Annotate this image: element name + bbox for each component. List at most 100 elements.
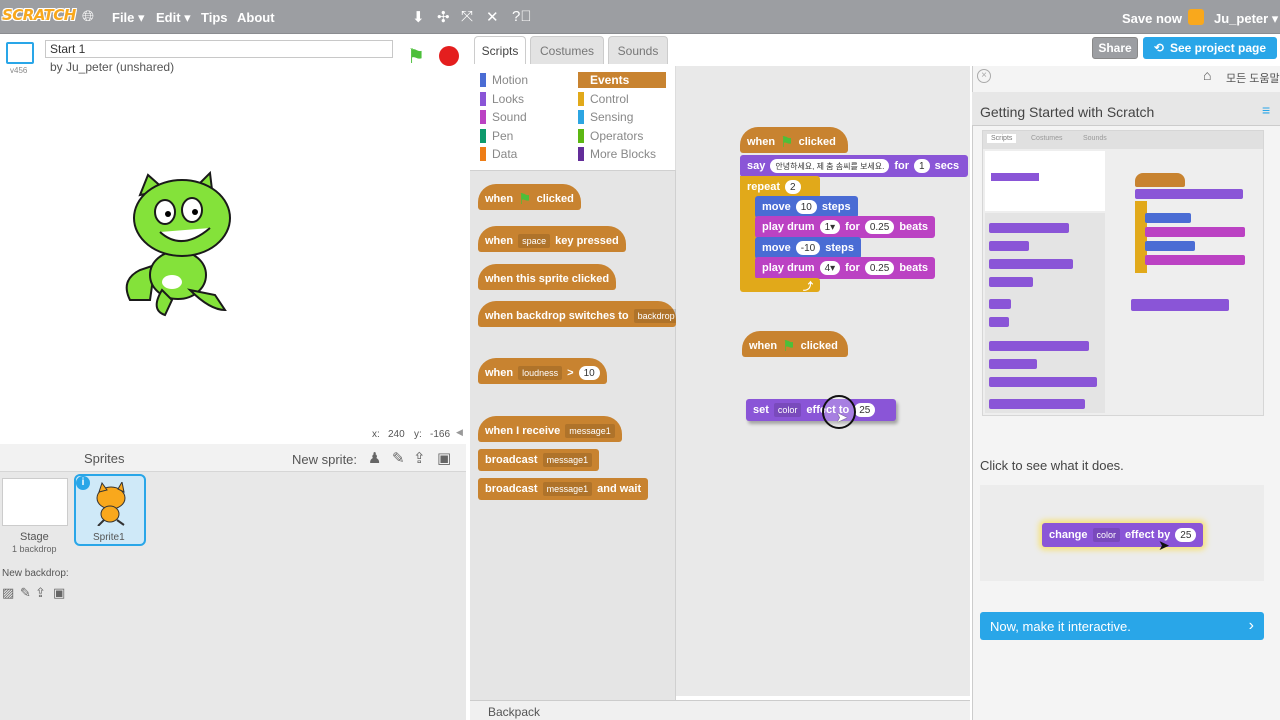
broadcast-and-wait-block[interactable]: broadcast message1 and wait [478,478,649,500]
menu-tips[interactable]: Tips [201,10,228,25]
close-icon[interactable]: × [977,69,991,83]
tips-title: Getting Started with Scratch [980,104,1155,120]
chevron-right-icon: › [1248,617,1254,634]
upload-backdrop-icon[interactable]: ⇪ [35,585,46,601]
menu-file[interactable]: File ▾ [112,10,145,26]
project-byline: by Ju_peter (unshared) [50,60,175,74]
green-flag-icon: ⚑ [780,134,794,151]
new-sprite-label: New sprite: [292,452,358,467]
x-coord-label: x: [372,429,380,440]
delete-icon[interactable]: ✣ [437,8,450,26]
menu-about[interactable]: About [237,10,275,25]
share-button[interactable]: Share [1092,37,1138,59]
when-backdrop-switches-block[interactable]: when backdrop switches to backdrop [478,301,679,327]
script-play-drum-1-block[interactable]: play drum 1▾ for 0.25 beats [755,216,936,238]
home-icon[interactable]: ⌂ [1203,67,1211,83]
category-events[interactable]: Events [578,72,666,88]
upload-sprite-icon[interactable]: ⇪ [413,449,426,467]
menu-bar: SCRATCH 🌐︎ File ▾ Edit ▾ Tips About ⬇ ✣ … [0,0,1280,34]
script-move-neg10-block[interactable]: move -10 steps [755,237,861,259]
tab-sounds[interactable]: Sounds [608,36,668,64]
x-coord-value: 240 [388,429,405,440]
script-play-drum-4-block[interactable]: play drum 4▾ for 0.25 beats [755,257,936,279]
all-help-link[interactable]: 모든 도움말 [1226,70,1280,86]
when-sprite-clicked-block[interactable]: when this sprite clicked [478,264,617,290]
sprite1-label: Sprite1 [93,532,125,543]
category-control[interactable]: Control [578,91,629,107]
camera-backdrop-icon[interactable]: ▣ [53,585,65,601]
stage-label: Stage [20,531,49,543]
click-to-see-label: Click to see what it does. [980,458,1124,473]
category-motion[interactable]: Motion [480,72,528,88]
y-coord-label: y: [414,429,422,440]
duplicate-icon[interactable]: ⬇ [412,8,425,26]
cat-sprite[interactable] [110,170,255,320]
sprite-library-icon[interactable]: ♟ [368,449,381,467]
grow-icon[interactable]: ⤧ [461,8,473,25]
sprite1-thumbnail[interactable]: i Sprite1 [74,474,146,546]
scratch-logo[interactable]: SCRATCH [2,6,76,24]
thumb-tab-costumes: Costumes [1031,135,1063,142]
user-menu[interactable]: Ju_peter ▾ [1214,11,1278,27]
category-sensing[interactable]: Sensing [578,109,633,125]
tab-costumes[interactable]: Costumes [530,36,604,64]
tab-scripts[interactable]: Scripts [474,36,526,64]
thumb-tab-sounds: Sounds [1083,135,1107,142]
when-loudness-block[interactable]: when loudness >10 [478,358,607,384]
broadcast-block[interactable]: broadcast message1 [478,449,600,471]
when-key-pressed-block[interactable]: when space key pressed [478,226,626,252]
green-flag-icon: ⚑ [518,191,532,208]
category-looks[interactable]: Looks [480,91,524,107]
paint-sprite-icon[interactable]: ✎ [392,449,405,467]
shrink-icon[interactable]: ✕ [486,8,499,26]
when-i-receive-block[interactable]: when I receive message1 [478,416,622,442]
when-flag-clicked-block[interactable]: when ⚑ clicked [478,184,581,210]
green-flag-icon: ⚑ [782,338,796,355]
script-repeat-block[interactable]: repeat 2 [740,176,820,198]
sprites-header: Sprites New sprite: ♟ ✎ ⇪ ▣ [0,444,466,472]
fullscreen-icon[interactable] [6,42,34,64]
demo-change-effect-block[interactable]: change color effect by 25 [1042,523,1204,547]
stage-backdrop-count: 1 backdrop [12,544,57,554]
script-when-flag-clicked[interactable]: when ⚑ clicked [740,127,848,153]
category-more-blocks[interactable]: More Blocks [578,146,656,162]
new-backdrop-label: New backdrop: [2,568,69,579]
category-data[interactable]: Data [480,146,517,162]
script-when-flag-clicked-2[interactable]: when ⚑ clicked [742,331,848,357]
category-sound[interactable]: Sound [480,109,527,125]
sync-icon: ⟲ [1153,41,1164,55]
paint-backdrop-icon[interactable]: ✎ [20,585,31,601]
backpack[interactable]: Backpack [470,700,970,720]
sprites-pane [0,444,466,720]
tips-illustration: Scripts Costumes Sounds [982,130,1264,416]
mouse-pointer-icon: ➤ [836,409,848,425]
help-icon[interactable]: ?⃝ [512,8,532,25]
save-now-link[interactable]: Save now [1122,11,1182,26]
y-coord-value: -166 [430,429,451,440]
script-move-10-block[interactable]: move 10 steps [755,196,858,218]
mouse-pointer-icon: ➤ [1158,537,1170,553]
version-label: v456 [10,66,28,75]
script-set-effect-block[interactable]: set color effect to 25 [746,399,896,421]
user-avatar[interactable] [1188,9,1204,25]
project-title-input[interactable] [45,40,393,58]
stage[interactable] [0,75,466,425]
info-icon[interactable]: i [76,476,90,490]
sprites-title: Sprites [84,451,125,466]
stop-icon[interactable] [439,46,459,66]
camera-icon[interactable]: ▣ [437,449,451,467]
category-operators[interactable]: Operators [578,128,643,144]
script-say-block[interactable]: say 안녕하세요, 제 춤 솜씨를 보세요. for 1 secs [740,155,968,177]
green-flag-icon[interactable]: ⚑ [407,44,425,69]
thumb-tab-scripts: Scripts [987,134,1017,143]
globe-icon[interactable]: 🌐︎ [82,8,94,25]
category-pen[interactable]: Pen [480,128,513,144]
see-project-page-button[interactable]: ⟲ See project page [1143,37,1277,59]
hamburger-icon[interactable]: ≡ [1262,102,1270,118]
small-stage-icon[interactable]: ◀ [456,427,463,438]
menu-edit[interactable]: Edit ▾ [156,10,191,26]
next-tip-button[interactable]: Now, make it interactive. › [980,612,1264,640]
cat-thumbnail-icon [96,482,126,526]
backdrop-library-icon[interactable]: ▨ [2,585,14,601]
stage-thumbnail[interactable] [2,478,68,526]
